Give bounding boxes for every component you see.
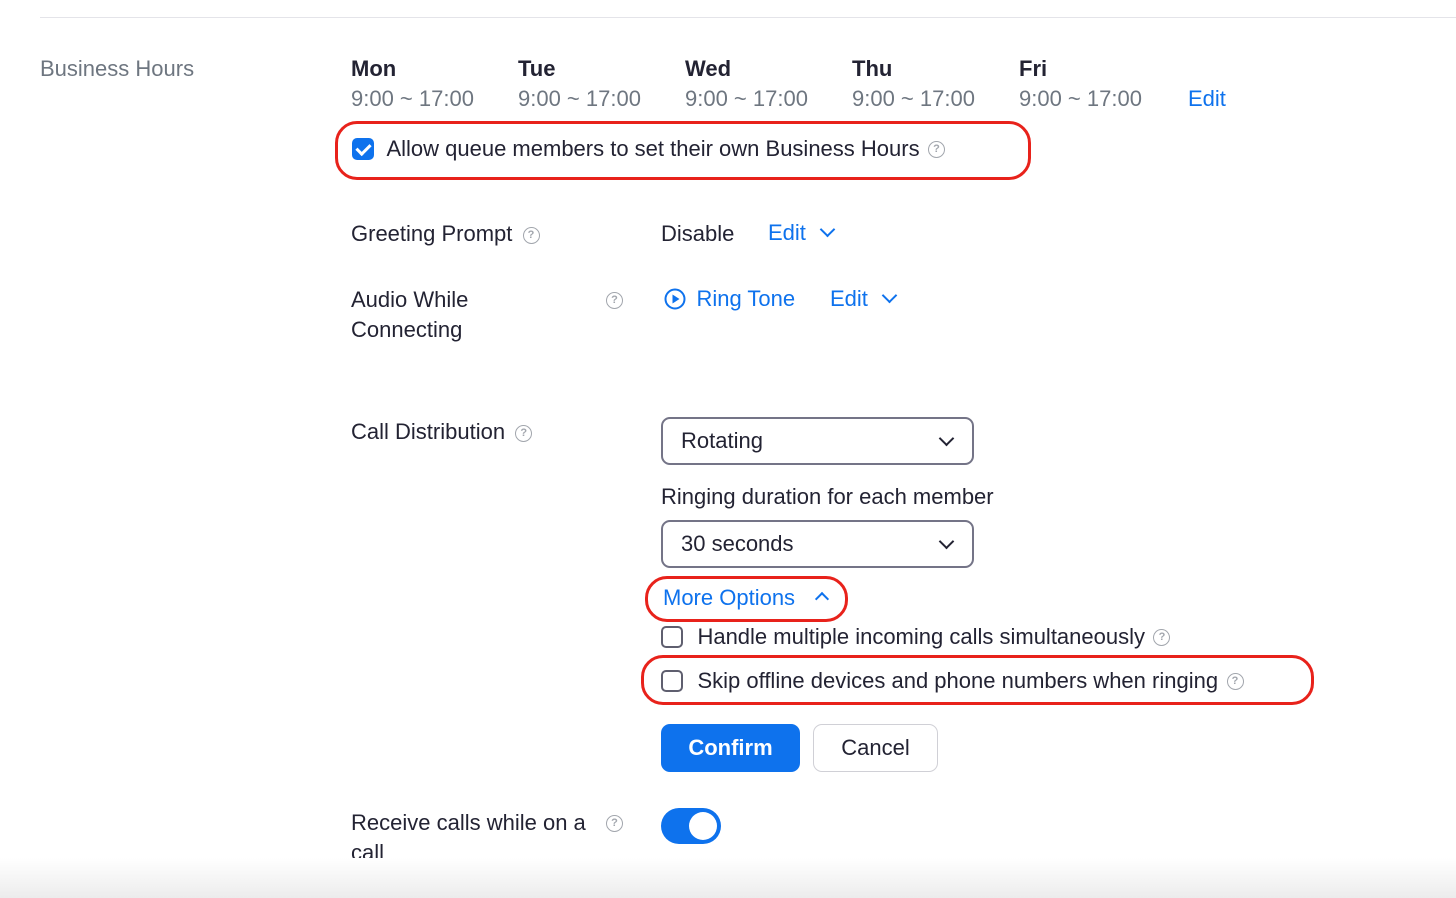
help-icon[interactable]: ? (1226, 672, 1244, 690)
receive-calls-toggle[interactable] (661, 808, 721, 844)
chevron-down-icon (938, 533, 955, 550)
more-options-label: More Options (663, 585, 796, 610)
greeting-prompt-label-group: Greeting Prompt ? (351, 219, 540, 249)
ringing-duration-label: Ringing duration for each member (661, 484, 994, 509)
help-icon[interactable]: ? (606, 815, 623, 832)
help-icon[interactable]: ? (606, 292, 623, 309)
bottom-fade (0, 858, 1456, 898)
call-distribution-label-group: Call Distribution ? (351, 417, 533, 447)
day-name: Thu (852, 56, 893, 81)
chevron-down-icon (819, 221, 836, 238)
select-value: Rotating (681, 428, 763, 453)
audio-edit-dropdown[interactable]: Edit (830, 286, 898, 312)
help-icon[interactable]: ? (515, 424, 533, 442)
day-hours: 9:00 ~ 17:00 (518, 86, 641, 111)
day-name: Tue (518, 56, 556, 81)
help-icon[interactable]: ? (928, 140, 946, 158)
day-mon: Mon 9:00 ~ 17:00 (351, 56, 474, 112)
handle-multiple-option[interactable]: Handle multiple incoming calls simultane… (661, 624, 1171, 650)
day-name: Wed (685, 56, 732, 81)
allow-own-hours-option[interactable]: Allow queue members to set their own Bus… (352, 136, 946, 162)
ring-tone-play[interactable]: Ring Tone (664, 286, 795, 312)
day-wed: Wed 9:00 ~ 17:00 (685, 56, 808, 112)
day-tue: Tue 9:00 ~ 17:00 (518, 56, 641, 112)
cancel-button[interactable]: Cancel (813, 724, 938, 772)
greeting-prompt-label: Greeting Prompt (351, 221, 513, 246)
skip-offline-option[interactable]: Skip offline devices and phone numbers w… (661, 668, 1244, 694)
section-title: Business Hours (40, 56, 195, 81)
day-name: Fri (1019, 56, 1048, 81)
ring-tone-link[interactable]: Ring Tone (696, 286, 795, 311)
confirm-button[interactable]: Confirm (661, 724, 800, 772)
call-distribution-select[interactable]: Rotating (661, 417, 974, 465)
help-icon[interactable]: ? (1153, 628, 1171, 646)
audio-while-connecting-label: Audio While Connecting (351, 287, 469, 342)
business-hours-edit-link[interactable]: Edit (1188, 86, 1226, 112)
day-thu: Thu 9:00 ~ 17:00 (852, 56, 975, 112)
more-options-toggle[interactable]: More Options (663, 585, 830, 611)
edit-label: Edit (830, 286, 868, 311)
day-hours: 9:00 ~ 17:00 (852, 86, 975, 111)
day-hours: 9:00 ~ 17:00 (1019, 86, 1142, 111)
play-circle-icon (664, 288, 686, 310)
help-icon[interactable]: ? (522, 226, 540, 244)
day-fri: Fri 9:00 ~ 17:00 (1019, 56, 1142, 112)
edit-label: Edit (768, 220, 806, 245)
top-divider (40, 17, 1456, 18)
ringing-duration-select[interactable]: 30 seconds (661, 520, 974, 568)
day-hours: 9:00 ~ 17:00 (351, 86, 474, 111)
skip-offline-label: Skip offline devices and phone numbers w… (697, 668, 1219, 693)
select-value: 30 seconds (681, 531, 794, 556)
handle-multiple-label: Handle multiple incoming calls simultane… (697, 624, 1145, 649)
toggle-knob (689, 812, 717, 840)
handle-multiple-checkbox[interactable] (661, 626, 683, 648)
chevron-down-icon (881, 287, 898, 304)
skip-offline-checkbox[interactable] (661, 670, 683, 692)
day-hours: 9:00 ~ 17:00 (685, 86, 808, 111)
greeting-prompt-value: Disable (661, 221, 735, 246)
greeting-prompt-edit-dropdown[interactable]: Edit (768, 220, 836, 246)
call-distribution-label: Call Distribution (351, 419, 506, 444)
allow-own-hours-checkbox[interactable] (352, 138, 374, 160)
day-name: Mon (351, 56, 397, 81)
chevron-down-icon (938, 430, 955, 447)
allow-own-hours-label: Allow queue members to set their own Bus… (386, 136, 920, 161)
chevron-up-icon (815, 591, 830, 607)
